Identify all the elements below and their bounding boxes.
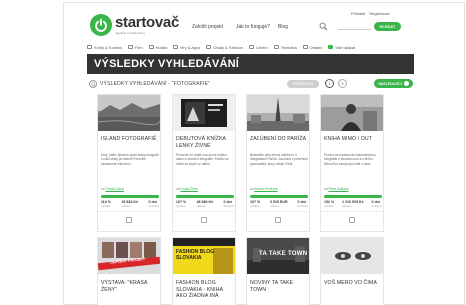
project-title[interactable]: ZAĽÚBENÍ DO PARÍŽA bbox=[250, 136, 308, 143]
project-description: Bestseller plný emocí zaľúbení, s fotogr… bbox=[250, 153, 308, 166]
image-caption: TA TAKE TOWN bbox=[259, 251, 308, 257]
project-title[interactable]: VÝSTAVA: "KRÁSA ŽENY" bbox=[101, 280, 159, 293]
progress-fill bbox=[250, 195, 308, 198]
funding-progress bbox=[324, 195, 382, 198]
project-card[interactable]: ISLAND FOTOGRAFIĚ Ahoj, jmění fjordem sp… bbox=[97, 94, 161, 232]
project-stats: 107 % vybráno 48 080 Kč vybráno 0 dní do ko… bbox=[176, 200, 234, 208]
funding-progress bbox=[250, 195, 308, 198]
film-icon bbox=[128, 45, 134, 49]
results-title: VÝSLEDKY VYHLEDÁVÁNÍ - "FOTOGRAFIE" bbox=[100, 81, 211, 87]
progress-fill bbox=[324, 195, 382, 198]
results-header: VÝSLEDKY VYHLEDÁVÁNÍ - "FOTOGRAFIE" PRED… bbox=[89, 79, 413, 89]
project-title[interactable]: NOVINY TA TAKE TOWN bbox=[250, 280, 308, 293]
project-card[interactable]: KNIHA MIMO / OUT Pomoz mi zrealizovat do… bbox=[320, 94, 384, 232]
project-author: od Tomáš Suhaj bbox=[101, 187, 124, 191]
category-bar: Knihy & Komiks Film Hudba Hry & Apps Oba… bbox=[87, 42, 361, 52]
page-1-button[interactable]: 1 bbox=[325, 79, 334, 88]
nav-how-it-works[interactable]: Jak to funguje? bbox=[236, 24, 270, 30]
project-card[interactable]: ÚSPĚŠNÝ PROJEKT VÝSTAVA: "KRÁSA ŽENY" bbox=[97, 237, 161, 305]
project-description: Ahoj, jmění fjordem spolu krásy fotograf… bbox=[101, 153, 159, 166]
project-image-beauty: ÚSPĚŠNÝ PROJEKT bbox=[98, 238, 160, 274]
search-icon[interactable] bbox=[319, 22, 328, 31]
project-image-book bbox=[173, 95, 235, 131]
page-title: VÝSLEDKY VYHLEDÁVÁNÍ bbox=[94, 58, 239, 70]
calendar-icon bbox=[275, 217, 281, 223]
project-title[interactable]: ISLAND FOTOGRAFIĚ bbox=[101, 136, 159, 143]
category-film[interactable]: Film bbox=[128, 45, 143, 50]
project-image-eyes bbox=[321, 238, 383, 274]
author-link[interactable]: Tomáš Suhaj bbox=[105, 187, 123, 191]
book-icon bbox=[87, 45, 92, 49]
palette-icon bbox=[248, 45, 254, 49]
page-banner: VÝSLEDKY VYHLEDÁVÁNÍ bbox=[87, 54, 414, 74]
image-caption: FASHION BLOG SLOVAKIA bbox=[176, 249, 215, 261]
next-page-button[interactable]: NÁSLEDUJÍCÍ bbox=[374, 79, 413, 88]
project-title[interactable]: FASHION BLOG SLOVAKIA - KNIHA AKO ŽIADNA… bbox=[176, 280, 234, 300]
funding-progress bbox=[101, 195, 159, 198]
project-image-mimo bbox=[321, 95, 383, 131]
top-links: Prihlásit Registrovat bbox=[351, 11, 393, 16]
music-icon bbox=[148, 45, 154, 49]
box-icon bbox=[302, 45, 308, 49]
search-button[interactable]: HLEDAT bbox=[374, 22, 401, 31]
category-other[interactable]: Ostatní bbox=[302, 45, 322, 50]
project-card[interactable]: ZAĽÚBENÍ DO PARÍŽA Bestseller plný emocí… bbox=[246, 94, 310, 232]
category-books[interactable]: Knihy & Komiks bbox=[87, 45, 122, 50]
site-logo[interactable]: startovač najväčší crowdfunding bbox=[90, 14, 179, 36]
calendar-icon bbox=[201, 217, 207, 223]
project-author: od Andrea Pistková bbox=[250, 187, 278, 191]
nav-blog[interactable]: Blog bbox=[278, 24, 288, 30]
author-link[interactable]: Lenka Živná bbox=[180, 187, 197, 191]
page-2-button[interactable]: 2 bbox=[338, 79, 347, 88]
search-results-icon bbox=[89, 80, 97, 88]
tshirt-icon bbox=[206, 45, 212, 49]
search-input[interactable] bbox=[338, 22, 371, 30]
chevron-right-icon bbox=[403, 81, 409, 86]
project-stats: 107 % vybráno 3 515 EUR vybráno 0 dní do ko… bbox=[250, 200, 308, 208]
project-image-town: TA TAKE TOWN bbox=[247, 238, 309, 274]
project-title[interactable]: VOŠ MERO VO ČIMA bbox=[324, 280, 382, 287]
author-link[interactable]: Andrea Pistková bbox=[254, 187, 277, 191]
project-description: Pomozte mi vydat mou první knížku básní … bbox=[176, 153, 229, 166]
project-description: Pomoz mi zrealizovat dokumentárnu fotogr… bbox=[324, 153, 376, 166]
logo-tagline: najväčší crowdfunding bbox=[115, 31, 145, 35]
nav-create-project[interactable]: Založit projekt bbox=[192, 24, 223, 30]
project-stats: 152 % vybráno 1 216 519 Kč vybráno 0 dní do… bbox=[324, 200, 382, 208]
project-author: od Petra Kuldová bbox=[324, 187, 349, 191]
power-icon bbox=[90, 14, 112, 36]
prev-page-button[interactable]: PREDCHOZÍ bbox=[287, 80, 319, 88]
progress-fill bbox=[176, 195, 234, 198]
register-link[interactable]: Registrovat bbox=[369, 11, 389, 16]
project-card[interactable]: DEBUTOVÁ KNÍŽKA LENKY ŽIVNÉ Pomozte mi v… bbox=[172, 94, 236, 232]
funding-progress bbox=[176, 195, 234, 198]
progress-fill bbox=[101, 195, 159, 198]
project-title[interactable]: KNIHA MIMO / OUT bbox=[324, 136, 382, 143]
project-stats: 113 % vybráno 15 833 Kč vybráno 0 dní do ko… bbox=[101, 200, 159, 208]
gamepad-icon bbox=[173, 45, 179, 49]
project-card[interactable]: FASHION BLOG SLOVAKIA FASHION BLOG SLOVA… bbox=[172, 237, 236, 305]
category-fashion[interactable]: Obaly & Fashion bbox=[206, 45, 243, 50]
category-tech[interactable]: Technika bbox=[273, 45, 297, 50]
project-card[interactable]: TA TAKE TOWN NOVINY TA TAKE TOWN bbox=[246, 237, 310, 305]
category-music[interactable]: Hudba bbox=[148, 45, 167, 50]
project-image-fashion: FASHION BLOG SLOVAKIA bbox=[173, 238, 235, 274]
project-title[interactable]: DEBUTOVÁ KNÍŽKA LENKY ŽIVNÉ bbox=[176, 136, 234, 149]
calendar-icon bbox=[349, 217, 355, 223]
project-card[interactable]: VOŠ MERO VO ČIMA bbox=[320, 237, 384, 305]
project-author: od Lenka Živná bbox=[176, 187, 198, 191]
category-all[interactable]: Vše ukázat bbox=[328, 45, 355, 50]
gear-icon bbox=[273, 45, 279, 49]
category-art[interactable]: Umění bbox=[248, 45, 268, 50]
project-image-paris bbox=[247, 95, 309, 131]
flag-icon bbox=[328, 45, 334, 49]
login-link[interactable]: Prihlásit bbox=[351, 11, 365, 16]
calendar-icon bbox=[126, 217, 132, 223]
project-image-iceland bbox=[98, 95, 160, 131]
category-games[interactable]: Hry & Apps bbox=[173, 45, 200, 50]
logo-name: startovač bbox=[115, 14, 180, 31]
author-link[interactable]: Petra Kuldová bbox=[328, 187, 348, 191]
